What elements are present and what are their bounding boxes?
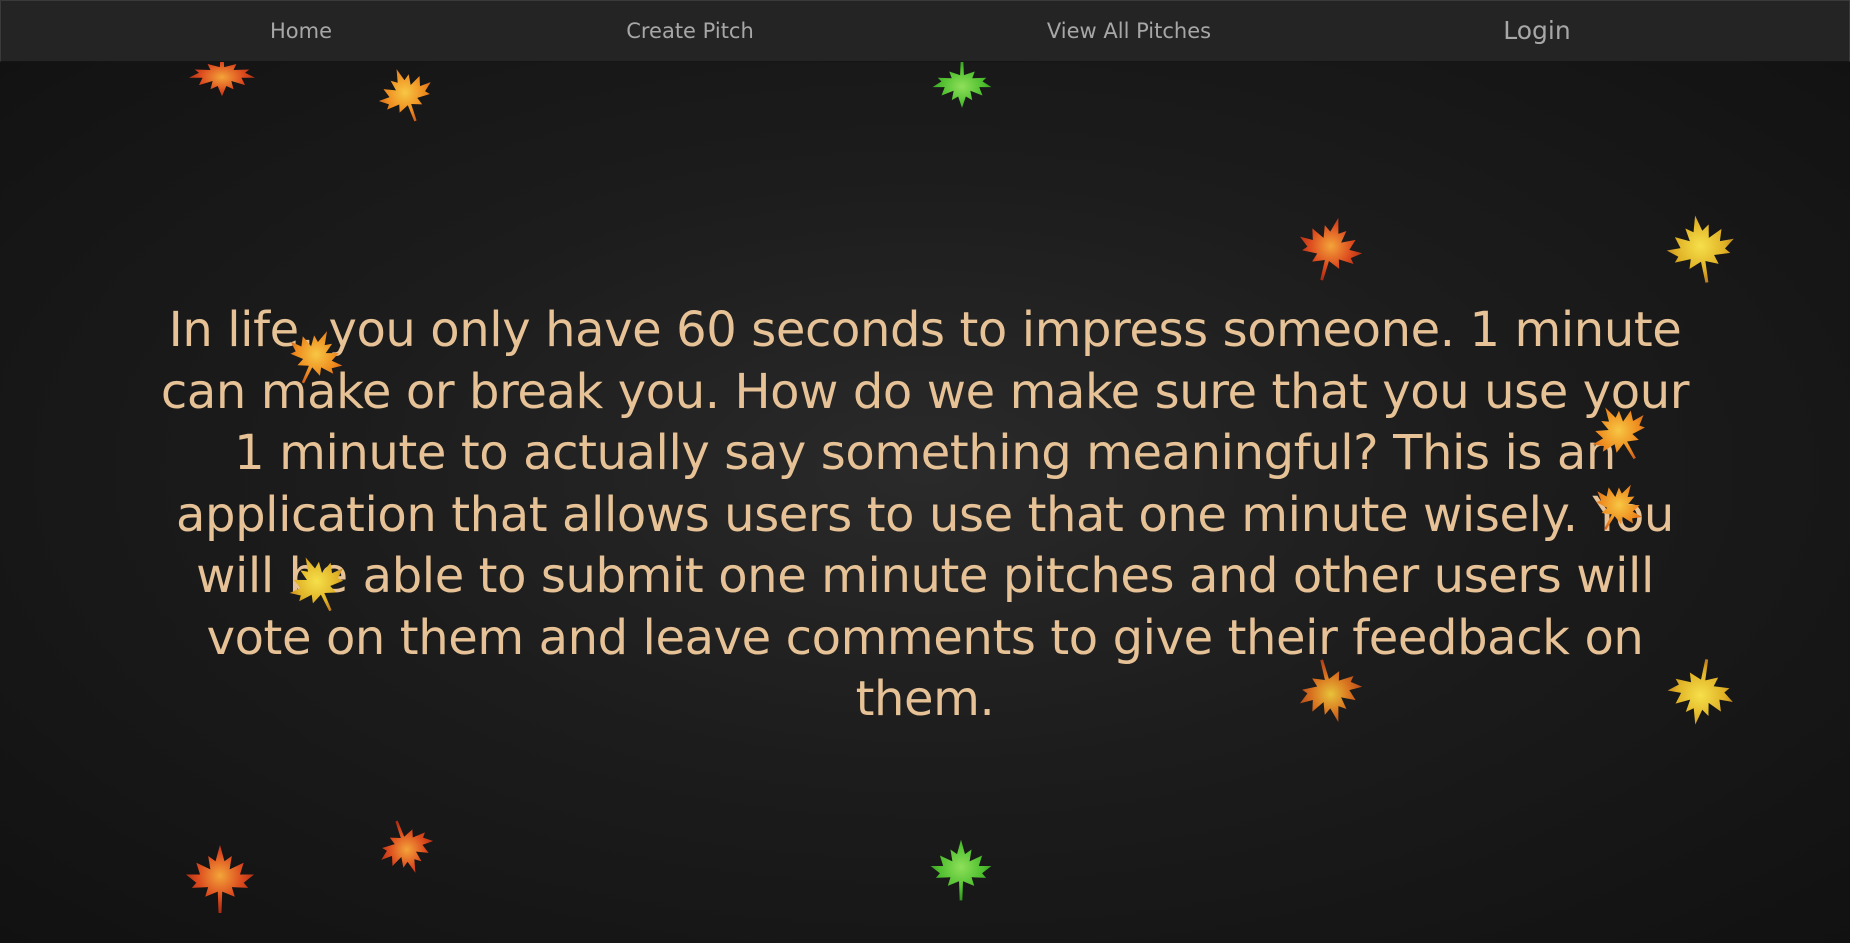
maple-leaf-icon <box>1664 212 1738 286</box>
maple-leaf-icon <box>376 814 436 880</box>
maple-leaf-icon <box>932 60 992 108</box>
nav-view-all-pitches-link[interactable]: View All Pitches <box>1047 1 1211 61</box>
top-navbar: Home Create Pitch View All Pitches Login <box>0 0 1850 62</box>
maple-leaf-icon <box>376 62 436 128</box>
nav-home-link[interactable]: Home <box>270 1 332 61</box>
nav-login-link[interactable]: Login <box>1503 1 1570 61</box>
nav-create-pitch-link[interactable]: Create Pitch <box>626 1 754 61</box>
maple-leaf-icon <box>185 844 255 914</box>
maple-leaf-icon <box>1294 214 1366 284</box>
intro-text: In life, you only have 60 seconds to imp… <box>160 302 1690 727</box>
maple-leaf-icon <box>930 839 992 901</box>
